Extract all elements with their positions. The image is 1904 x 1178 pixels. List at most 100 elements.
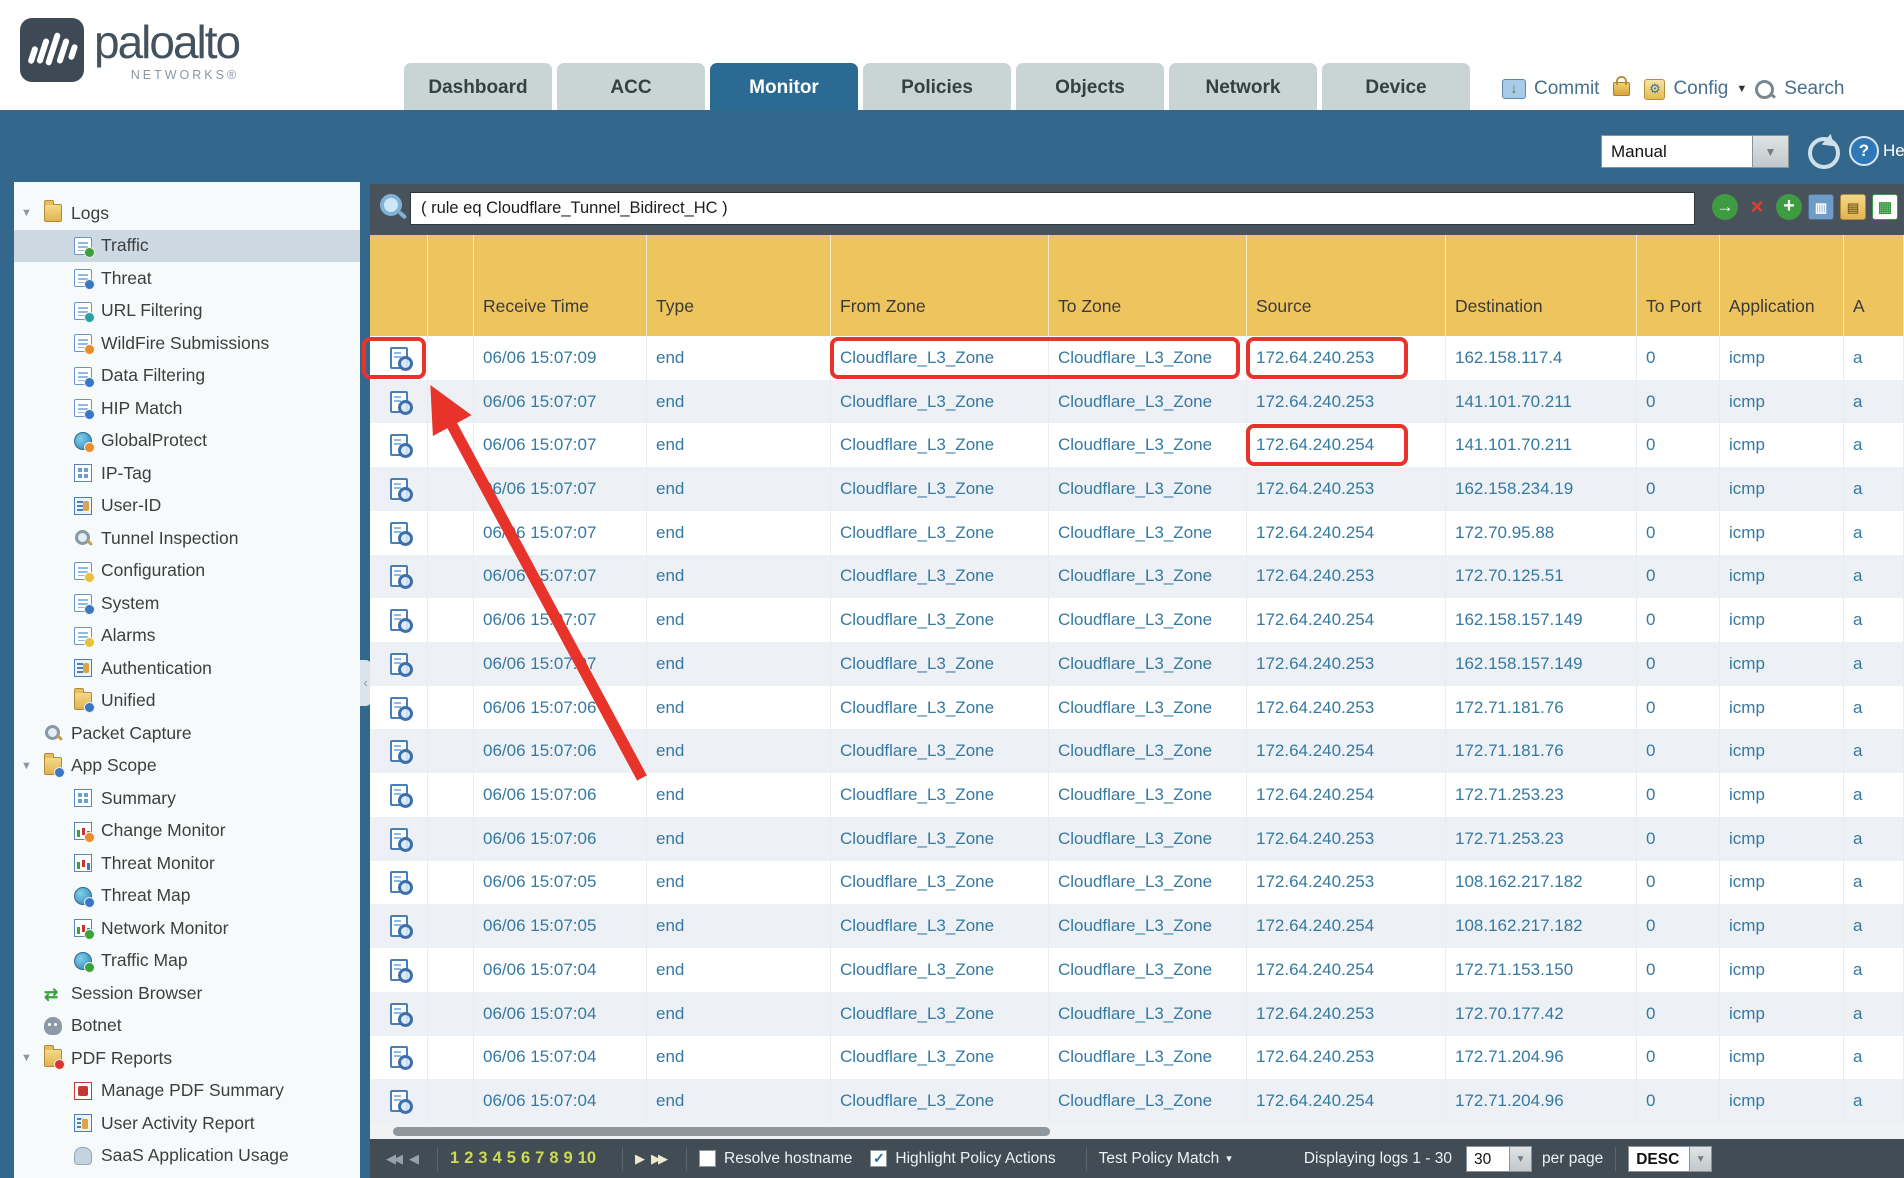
cell-source[interactable]: 172.64.240.254 xyxy=(1247,729,1446,773)
cell-from-zone[interactable]: Cloudflare_L3_Zone xyxy=(831,992,1049,1036)
cell-action[interactable]: a xyxy=(1844,1079,1904,1123)
cell-type[interactable]: end xyxy=(647,423,831,467)
cell-to-port[interactable]: 0 xyxy=(1637,642,1720,686)
column-header-receive-time[interactable]: Receive Time xyxy=(474,235,647,336)
cell-from-zone[interactable]: Cloudflare_L3_Zone xyxy=(831,861,1049,905)
cell-to-zone[interactable]: Cloudflare_L3_Zone xyxy=(1049,423,1247,467)
page-number-2[interactable]: 2 xyxy=(464,1149,473,1168)
cell-action[interactable]: a xyxy=(1844,380,1904,424)
cell-type[interactable]: end xyxy=(647,817,831,861)
column-header-application[interactable]: Application xyxy=(1720,235,1844,336)
cell-from-zone[interactable]: Cloudflare_L3_Zone xyxy=(831,948,1049,992)
cell-type[interactable]: end xyxy=(647,1079,831,1123)
cell-source[interactable]: 172.64.240.254 xyxy=(1247,511,1446,555)
horizontal-scrollbar[interactable] xyxy=(370,1123,1904,1139)
column-header-to-port[interactable]: To Port xyxy=(1637,235,1720,336)
cell-source[interactable]: 172.64.240.253 xyxy=(1247,817,1446,861)
cell-action[interactable]: a xyxy=(1844,992,1904,1036)
cell-action[interactable]: a xyxy=(1844,423,1904,467)
sidebar-item-threat[interactable]: Threat xyxy=(14,262,360,295)
sidebar-item-manage-pdf-summary[interactable]: Manage PDF Summary xyxy=(14,1075,360,1108)
cell-source[interactable]: 172.64.240.253 xyxy=(1247,467,1446,511)
cell-type[interactable]: end xyxy=(647,948,831,992)
cell-to-zone[interactable]: Cloudflare_L3_Zone xyxy=(1049,773,1247,817)
test-policy-match-caret-icon[interactable]: ▾ xyxy=(1226,1152,1232,1165)
first-page-icon[interactable]: ◀◀ xyxy=(386,1151,400,1167)
cell-to-zone[interactable]: Cloudflare_L3_Zone xyxy=(1049,1079,1247,1123)
cell-action[interactable]: a xyxy=(1844,598,1904,642)
cell-to-zone[interactable]: Cloudflare_L3_Zone xyxy=(1049,555,1247,599)
page-number-8[interactable]: 8 xyxy=(549,1149,558,1168)
sidebar-item-tunnel-inspection[interactable]: Tunnel Inspection xyxy=(14,522,360,555)
sidebar-item-system[interactable]: System xyxy=(14,587,360,620)
cell-source[interactable]: 172.64.240.253 xyxy=(1247,642,1446,686)
cell-source[interactable]: 172.64.240.253 xyxy=(1247,1036,1446,1080)
highlight-policy-actions-checkbox[interactable]: ✓ xyxy=(870,1150,887,1167)
cell-destination[interactable]: 172.71.253.23 xyxy=(1446,817,1637,861)
column-header-source[interactable]: Source xyxy=(1247,235,1446,336)
sidebar-item-globalprotect[interactable]: GlobalProtect xyxy=(14,425,360,458)
log-detail-icon[interactable] xyxy=(390,740,408,762)
cell-action[interactable]: a xyxy=(1844,555,1904,599)
cell-source[interactable]: 172.64.240.254 xyxy=(1247,904,1446,948)
column-header-a[interactable]: A xyxy=(1844,235,1904,336)
config-caret-icon[interactable]: ▼ xyxy=(1736,83,1747,95)
cell-from-zone[interactable]: Cloudflare_L3_Zone xyxy=(831,686,1049,730)
horizontal-scrollbar-thumb[interactable] xyxy=(393,1127,1050,1136)
sidebar-item-botnet[interactable]: Botnet xyxy=(14,1010,360,1043)
cell-application[interactable]: icmp xyxy=(1720,817,1844,861)
tab-objects[interactable]: Objects xyxy=(1016,63,1164,110)
search-button[interactable]: Search xyxy=(1784,78,1844,100)
sidebar-item-logs[interactable]: ▼Logs xyxy=(14,197,360,230)
cell-type[interactable]: end xyxy=(647,467,831,511)
per-page-dropdown-icon[interactable]: ▼ xyxy=(1510,1146,1532,1172)
cell-type[interactable]: end xyxy=(647,904,831,948)
config-button[interactable]: Config xyxy=(1673,78,1728,100)
cell-type[interactable]: end xyxy=(647,642,831,686)
sidebar-item-threat-monitor[interactable]: Threat Monitor xyxy=(14,847,360,880)
sidebar-item-app-scope[interactable]: ▼App Scope xyxy=(14,750,360,783)
log-detail-icon[interactable] xyxy=(390,565,408,587)
log-detail-icon[interactable] xyxy=(390,1003,408,1025)
log-detail-icon[interactable] xyxy=(390,478,408,500)
cell-from-zone[interactable]: Cloudflare_L3_Zone xyxy=(831,642,1049,686)
page-number-7[interactable]: 7 xyxy=(535,1149,544,1168)
cell-to-zone[interactable]: Cloudflare_L3_Zone xyxy=(1049,380,1247,424)
cell-from-zone[interactable]: Cloudflare_L3_Zone xyxy=(831,423,1049,467)
page-number-3[interactable]: 3 xyxy=(478,1149,487,1168)
cell-destination[interactable]: 172.71.181.76 xyxy=(1446,729,1637,773)
cell-application[interactable]: icmp xyxy=(1720,773,1844,817)
cell-to-port[interactable]: 0 xyxy=(1637,948,1720,992)
cell-type[interactable]: end xyxy=(647,555,831,599)
cell-application[interactable]: icmp xyxy=(1720,904,1844,948)
cell-to-zone[interactable]: Cloudflare_L3_Zone xyxy=(1049,992,1247,1036)
sidebar-item-threat-map[interactable]: Threat Map xyxy=(14,880,360,913)
cell-to-port[interactable]: 0 xyxy=(1637,511,1720,555)
cell-type[interactable]: end xyxy=(647,861,831,905)
refresh-mode-select[interactable]: Manual xyxy=(1601,135,1753,168)
sidebar-item-network-monitor[interactable]: Network Monitor xyxy=(14,912,360,945)
column-header-type[interactable]: Type xyxy=(647,235,831,336)
cell-application[interactable]: icmp xyxy=(1720,992,1844,1036)
expand-triangle-icon[interactable]: ▼ xyxy=(21,207,32,219)
tab-device[interactable]: Device xyxy=(1322,63,1470,110)
cell-source[interactable]: 172.64.240.253 xyxy=(1247,992,1446,1036)
sidebar-item-change-monitor[interactable]: Change Monitor xyxy=(14,815,360,848)
column-header-from-zone[interactable]: From Zone xyxy=(831,235,1049,336)
cell-application[interactable]: icmp xyxy=(1720,1036,1844,1080)
sidebar-item-saas-application-usage[interactable]: SaaS Application Usage xyxy=(14,1140,360,1173)
cell-to-zone[interactable]: Cloudflare_L3_Zone xyxy=(1049,817,1247,861)
cell-to-port[interactable]: 0 xyxy=(1637,423,1720,467)
cell-to-zone[interactable]: Cloudflare_L3_Zone xyxy=(1049,598,1247,642)
cell-action[interactable]: a xyxy=(1844,467,1904,511)
sidebar-item-session-browser[interactable]: Session Browser xyxy=(14,977,360,1010)
cell-destination[interactable]: 172.70.95.88 xyxy=(1446,511,1637,555)
cell-source[interactable]: 172.64.240.254 xyxy=(1247,1079,1446,1123)
cell-type[interactable]: end xyxy=(647,773,831,817)
save-filter-icon[interactable]: ▥ xyxy=(1808,194,1834,220)
cell-application[interactable]: icmp xyxy=(1720,1079,1844,1123)
tab-dashboard[interactable]: Dashboard xyxy=(404,63,552,110)
cell-from-zone[interactable]: Cloudflare_L3_Zone xyxy=(831,598,1049,642)
cell-to-zone[interactable]: Cloudflare_L3_Zone xyxy=(1049,511,1247,555)
page-number-6[interactable]: 6 xyxy=(521,1149,530,1168)
